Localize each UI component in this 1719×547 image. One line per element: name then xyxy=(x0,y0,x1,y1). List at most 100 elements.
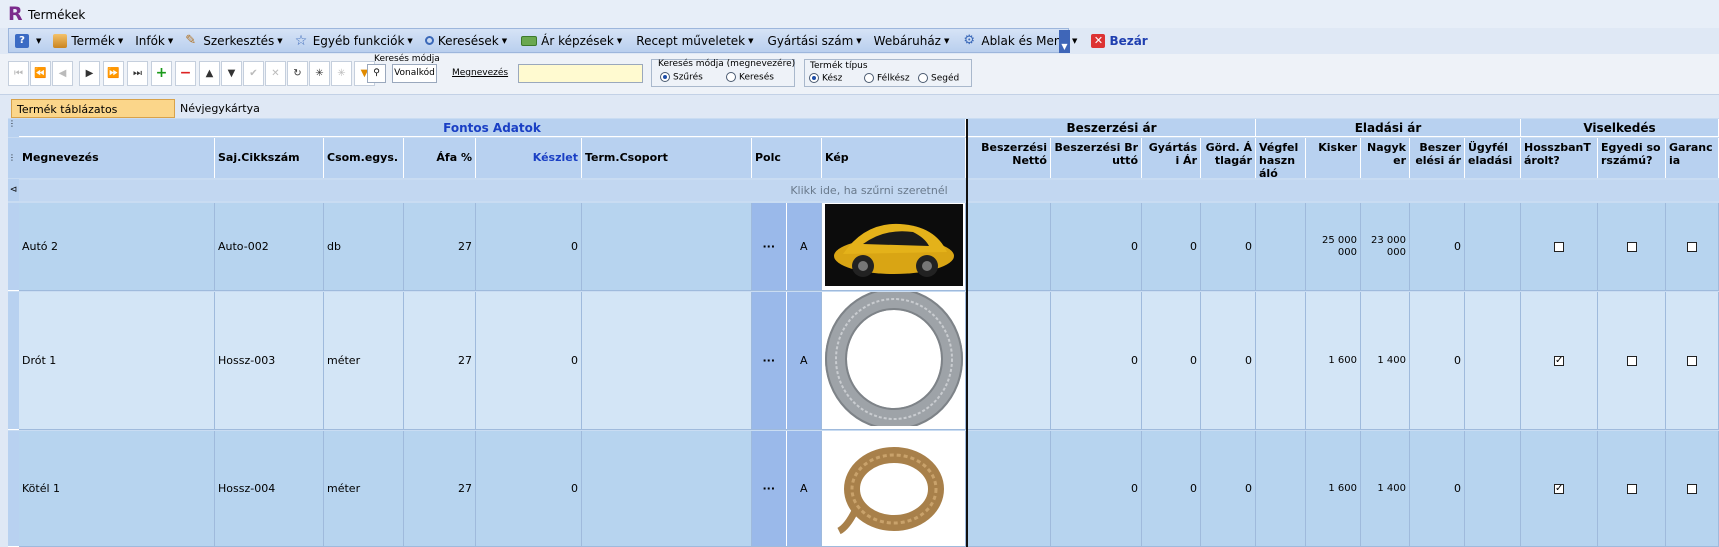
cell-sku[interactable]: Auto-002 xyxy=(215,203,324,291)
checkbox-unchecked[interactable] xyxy=(1626,355,1637,366)
filter-row[interactable]: Klikk ide, ha szűrni szeretnél xyxy=(19,180,1719,201)
column-header-vat[interactable]: Áfa % xyxy=(404,138,476,178)
cell-unique-serial[interactable] xyxy=(1598,431,1666,547)
menu-webaruhaz[interactable]: Webáruház ▼ xyxy=(868,30,956,51)
cell-purch-net[interactable] xyxy=(968,292,1051,430)
shelf-picker-button[interactable]: ··· xyxy=(752,431,787,546)
menu-gyartasi-szam[interactable]: Gyártási szám ▼ xyxy=(762,30,868,51)
cell-retail[interactable]: 1 600 xyxy=(1306,431,1361,547)
cell-avg-price[interactable]: 0 xyxy=(1201,431,1256,547)
checkbox-unchecked[interactable] xyxy=(1687,241,1697,252)
column-header-group[interactable]: Term.Csoport xyxy=(582,138,752,178)
radio-kereses[interactable]: Keresés xyxy=(726,72,774,83)
cell-length-track[interactable]: ✓ xyxy=(1521,431,1598,547)
cell-wholesale[interactable]: 23 000 000 xyxy=(1361,203,1410,291)
cell-wholesale[interactable]: 1 400 xyxy=(1361,431,1410,547)
cell-retail[interactable]: 1 600 xyxy=(1306,292,1361,430)
column-header-purch-gross[interactable]: Beszerzési Bruttó xyxy=(1051,138,1142,178)
clear-all-button[interactable]: ✳ xyxy=(331,61,352,86)
cell-group[interactable] xyxy=(582,203,752,291)
tab-table-view[interactable]: Termék táblázatos megjelenítés xyxy=(11,99,175,135)
cell-vat[interactable]: 27 xyxy=(404,292,476,430)
last-record-button[interactable]: ⏭ xyxy=(127,61,148,86)
cell-name[interactable]: Autó 2 xyxy=(19,203,215,291)
menu-infok[interactable]: Infók ▼ xyxy=(129,30,179,51)
cell-prod-price[interactable]: 0 xyxy=(1142,203,1201,291)
cell-sku[interactable]: Hossz-004 xyxy=(215,431,324,547)
checkbox-unchecked[interactable] xyxy=(1626,241,1637,252)
cell-customer[interactable] xyxy=(1465,431,1521,547)
clear-button[interactable]: ✳ xyxy=(309,61,330,86)
cell-unique-serial[interactable] xyxy=(1598,292,1666,430)
cell-avg-price[interactable]: 0 xyxy=(1201,292,1256,430)
menu-ar-kepzesek[interactable]: Ár képzések ▼ xyxy=(515,30,628,51)
cell-purch-price[interactable]: 0 xyxy=(1410,292,1465,430)
tab-card-view[interactable]: Névjegykártya nézet xyxy=(175,99,295,134)
cell-shelf[interactable]: ··· A xyxy=(752,292,822,430)
next-record-button[interactable]: ▶ xyxy=(79,61,100,86)
cell-end-user[interactable] xyxy=(1256,431,1306,547)
cell-purch-gross[interactable]: 0 xyxy=(1051,431,1142,547)
barcode-button[interactable]: Vonalkód xyxy=(392,64,437,83)
column-header-purch-net[interactable]: Beszerzési Nettó xyxy=(968,138,1051,178)
cell-group[interactable] xyxy=(582,431,752,547)
menu-egyeb-funkciok[interactable]: ☆ Egyéb funkciók ▼ xyxy=(289,30,419,51)
cell-warranty[interactable] xyxy=(1666,292,1719,430)
column-header-shelf[interactable]: Polc xyxy=(752,138,822,178)
radio-seged[interactable]: Segéd xyxy=(918,73,959,84)
column-header-avg-price[interactable]: Görd. Átlagár xyxy=(1201,138,1256,178)
row-selector[interactable] xyxy=(8,431,19,547)
checkbox-checked[interactable]: ✓ xyxy=(1554,355,1564,366)
cell-purch-gross[interactable]: 0 xyxy=(1051,203,1142,291)
row-selector[interactable] xyxy=(8,203,19,291)
checkbox-unchecked[interactable] xyxy=(1687,483,1697,494)
column-header-customer[interactable]: Ügyfél eladási xyxy=(1465,138,1521,178)
move-up-button[interactable]: ▲ xyxy=(199,61,220,86)
cell-end-user[interactable] xyxy=(1256,203,1306,291)
radio-szures[interactable]: Szűrés xyxy=(660,72,703,83)
cell-warranty[interactable] xyxy=(1666,203,1719,291)
cell-avg-price[interactable]: 0 xyxy=(1201,203,1256,291)
cell-stock[interactable]: 0 xyxy=(476,203,582,291)
prev-record-button[interactable]: ◀ xyxy=(52,61,73,86)
radio-felkesz[interactable]: Félkész xyxy=(864,73,910,84)
cell-purch-price[interactable]: 0 xyxy=(1410,431,1465,547)
shelf-picker-button[interactable]: ··· xyxy=(752,203,787,290)
close-button[interactable]: ✕ Bezár xyxy=(1085,30,1153,51)
column-header-name[interactable]: Megnevezés xyxy=(19,138,215,178)
cell-prod-price[interactable]: 0 xyxy=(1142,292,1201,430)
cell-group[interactable] xyxy=(582,292,752,430)
cell-unique-serial[interactable] xyxy=(1598,203,1666,291)
delete-button[interactable]: − xyxy=(175,61,196,86)
menu-termek[interactable]: Termék ▼ xyxy=(47,30,129,51)
refresh-button[interactable]: ↻ xyxy=(287,61,308,86)
cell-unit[interactable]: db xyxy=(324,203,404,291)
cell-name[interactable]: Kötél 1 xyxy=(19,431,215,547)
cell-prod-price[interactable]: 0 xyxy=(1142,431,1201,547)
cell-image[interactable] xyxy=(822,203,966,291)
cell-purch-price[interactable]: 0 xyxy=(1410,203,1465,291)
radio-kesz[interactable]: Kész xyxy=(809,73,842,84)
cell-length-track[interactable] xyxy=(1521,203,1598,291)
column-header-end-user[interactable]: Végfelhasználó xyxy=(1256,138,1306,178)
cell-shelf[interactable]: ··· A xyxy=(752,203,822,291)
next-page-button[interactable]: ⏩ xyxy=(103,61,124,86)
cell-purch-net[interactable] xyxy=(968,431,1051,547)
column-header-unique-serial[interactable]: Egyedi sorszámú? xyxy=(1598,138,1666,178)
cell-sku[interactable]: Hossz-003 xyxy=(215,292,324,430)
cell-image[interactable] xyxy=(822,292,966,430)
column-header-retail[interactable]: Kisker xyxy=(1306,138,1361,178)
binoculars-icon[interactable]: ⚲ xyxy=(367,64,386,83)
cell-unit[interactable]: méter xyxy=(324,431,404,547)
column-header-purch-price[interactable]: Beszerelési ár xyxy=(1410,138,1465,178)
cell-image[interactable] xyxy=(822,431,966,547)
cell-purch-gross[interactable]: 0 xyxy=(1051,292,1142,430)
move-down-button[interactable]: ▼ xyxy=(221,61,242,86)
cell-shelf[interactable]: ··· A xyxy=(752,431,822,547)
column-chooser-icon[interactable]: ⋮⋮ xyxy=(8,119,24,137)
add-button[interactable]: + xyxy=(151,61,172,86)
confirm-button[interactable]: ✔ xyxy=(243,61,264,86)
cell-vat[interactable]: 27 xyxy=(404,203,476,291)
column-header-wholesale[interactable]: Nagyker xyxy=(1361,138,1410,178)
column-header-unit[interactable]: Csom.egys. xyxy=(324,138,404,178)
